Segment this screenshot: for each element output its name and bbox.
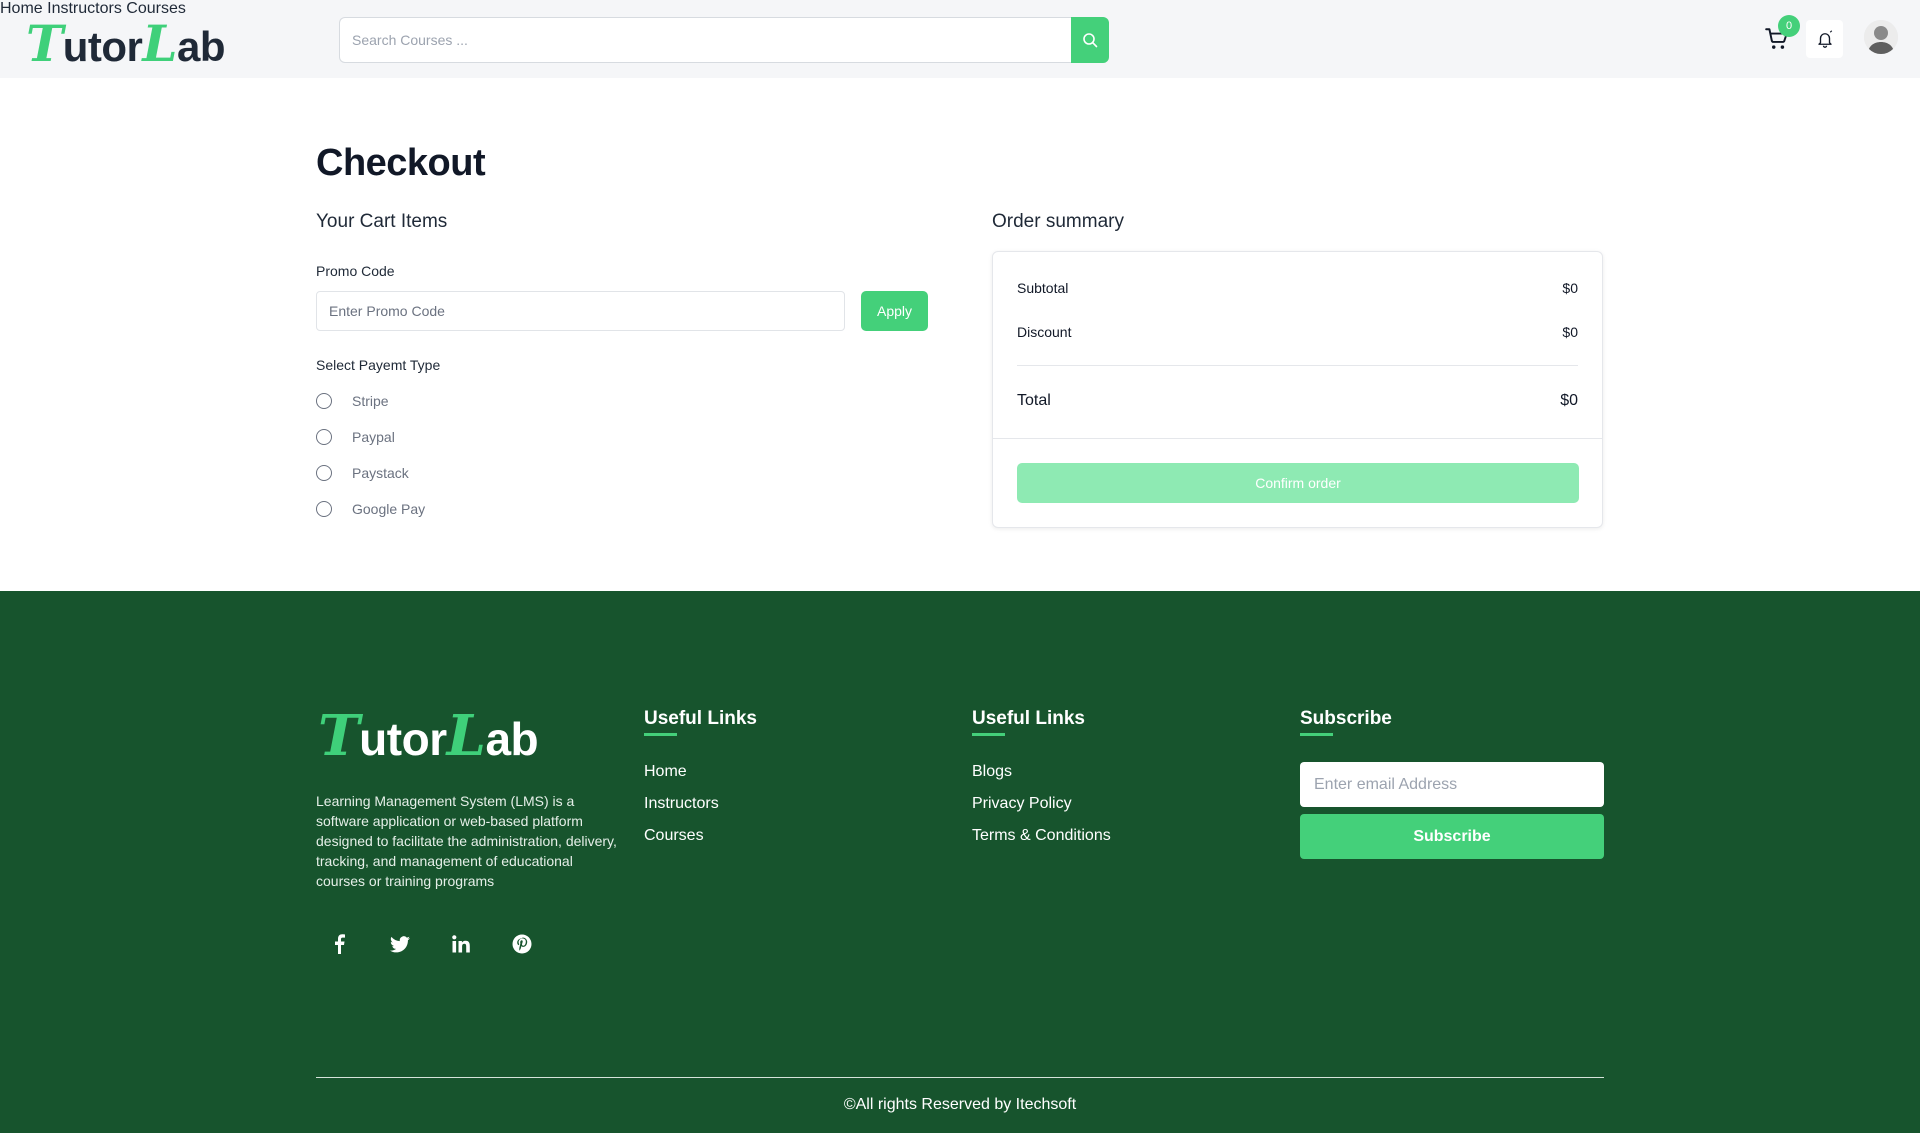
logo-letter-l: L <box>446 703 486 769</box>
order-summary-heading: Order summary <box>992 211 1124 232</box>
total-row: Total $0 <box>1017 392 1578 410</box>
useful-links-heading-2: Useful Links <box>972 708 1085 729</box>
payment-option-paystack[interactable]: Paystack <box>316 465 409 481</box>
page-title: Checkout <box>316 142 486 184</box>
payment-option-label: Google Pay <box>352 501 426 517</box>
promo-code-label: Promo Code <box>316 263 395 279</box>
cart-items-heading: Your Cart Items <box>316 211 448 232</box>
pinterest-link[interactable] <box>507 929 537 959</box>
payment-option-label: Paystack <box>352 465 409 481</box>
facebook-icon <box>335 934 345 954</box>
pinterest-icon <box>512 934 532 954</box>
google-pay-radio[interactable] <box>316 501 332 517</box>
promo-code-input[interactable] <box>316 291 845 331</box>
payment-option-stripe[interactable]: Stripe <box>316 393 389 409</box>
user-icon <box>1864 20 1898 54</box>
twitter-icon <box>390 935 410 952</box>
subscribe-heading: Subscribe <box>1300 708 1392 729</box>
discount-label: Discount <box>1017 324 1072 340</box>
payment-type-label: Select Payemt Type <box>316 357 441 373</box>
cart-count-badge: 0 <box>1778 15 1800 37</box>
payment-option-label: Paypal <box>352 429 395 445</box>
facebook-link[interactable] <box>324 929 354 959</box>
bell-icon <box>1817 30 1832 48</box>
footer-link-instructors[interactable]: Instructors <box>644 795 719 813</box>
paystack-radio[interactable] <box>316 465 332 481</box>
total-value: $0 <box>1560 392 1578 409</box>
search-input[interactable] <box>339 17 1071 63</box>
order-summary-card: Subtotal $0 Discount $0 Total $0 Confirm… <box>992 251 1603 528</box>
search-bar <box>339 17 1109 63</box>
total-label: Total <box>1017 392 1051 409</box>
footer-logo[interactable]: T utor L ab <box>318 703 539 769</box>
logo-letter-t: T <box>26 14 63 73</box>
footer-divider <box>316 1077 1604 1078</box>
subscribe-button[interactable]: Subscribe <box>1300 814 1604 859</box>
notifications-button[interactable] <box>1806 20 1843 58</box>
footer-link-blogs[interactable]: Blogs <box>972 763 1012 781</box>
logo-text-2: ab <box>177 23 226 70</box>
footer-description: Learning Management System (LMS) is a so… <box>316 793 617 889</box>
paypal-radio[interactable] <box>316 429 332 445</box>
top-header: T utor L ab Home Instructors Courses 0 <box>0 0 1920 78</box>
apply-promo-button[interactable]: Apply <box>861 291 928 331</box>
payment-option-paypal[interactable]: Paypal <box>316 429 395 445</box>
user-avatar[interactable] <box>1864 20 1898 54</box>
payment-option-google-pay[interactable]: Google Pay <box>316 501 425 517</box>
heading-underline <box>644 733 677 736</box>
subscribe-email-input[interactable] <box>1300 762 1604 807</box>
site-footer: T utor L ab Learning Management System (… <box>0 591 1920 1133</box>
heading-underline <box>1300 733 1333 736</box>
summary-divider-bottom <box>993 438 1602 439</box>
search-button[interactable] <box>1071 17 1109 63</box>
payment-option-label: Stripe <box>352 393 389 409</box>
search-icon <box>1083 33 1098 48</box>
subtotal-row: Subtotal $0 <box>1017 280 1578 296</box>
footer-link-courses[interactable]: Courses <box>644 827 704 845</box>
footer-link-privacy-policy[interactable]: Privacy Policy <box>972 795 1072 813</box>
summary-divider <box>1017 365 1578 366</box>
stripe-radio[interactable] <box>316 393 332 409</box>
useful-links-heading-1: Useful Links <box>644 708 757 729</box>
footer-link-home[interactable]: Home <box>644 763 687 781</box>
linkedin-link[interactable] <box>446 929 476 959</box>
logo-text-2: ab <box>485 713 539 765</box>
footer-link-terms[interactable]: Terms & Conditions <box>972 827 1111 845</box>
copyright-text: ©All rights Reserved by Itechsoft <box>843 1096 1077 1113</box>
discount-value: $0 <box>1562 324 1578 340</box>
logo-text-1: utor <box>359 713 447 765</box>
logo-letter-t: T <box>318 703 360 769</box>
logo-letter-l: L <box>142 14 178 73</box>
twitter-link[interactable] <box>385 929 415 959</box>
confirm-order-button[interactable]: Confirm order <box>1017 463 1579 503</box>
logo-text-1: utor <box>62 23 143 70</box>
subtotal-label: Subtotal <box>1017 280 1069 296</box>
heading-underline <box>972 733 1005 736</box>
header-logo[interactable]: T utor L ab <box>26 14 226 73</box>
linkedin-icon <box>452 935 470 953</box>
discount-row: Discount $0 <box>1017 324 1578 340</box>
subtotal-value: $0 <box>1562 280 1578 296</box>
